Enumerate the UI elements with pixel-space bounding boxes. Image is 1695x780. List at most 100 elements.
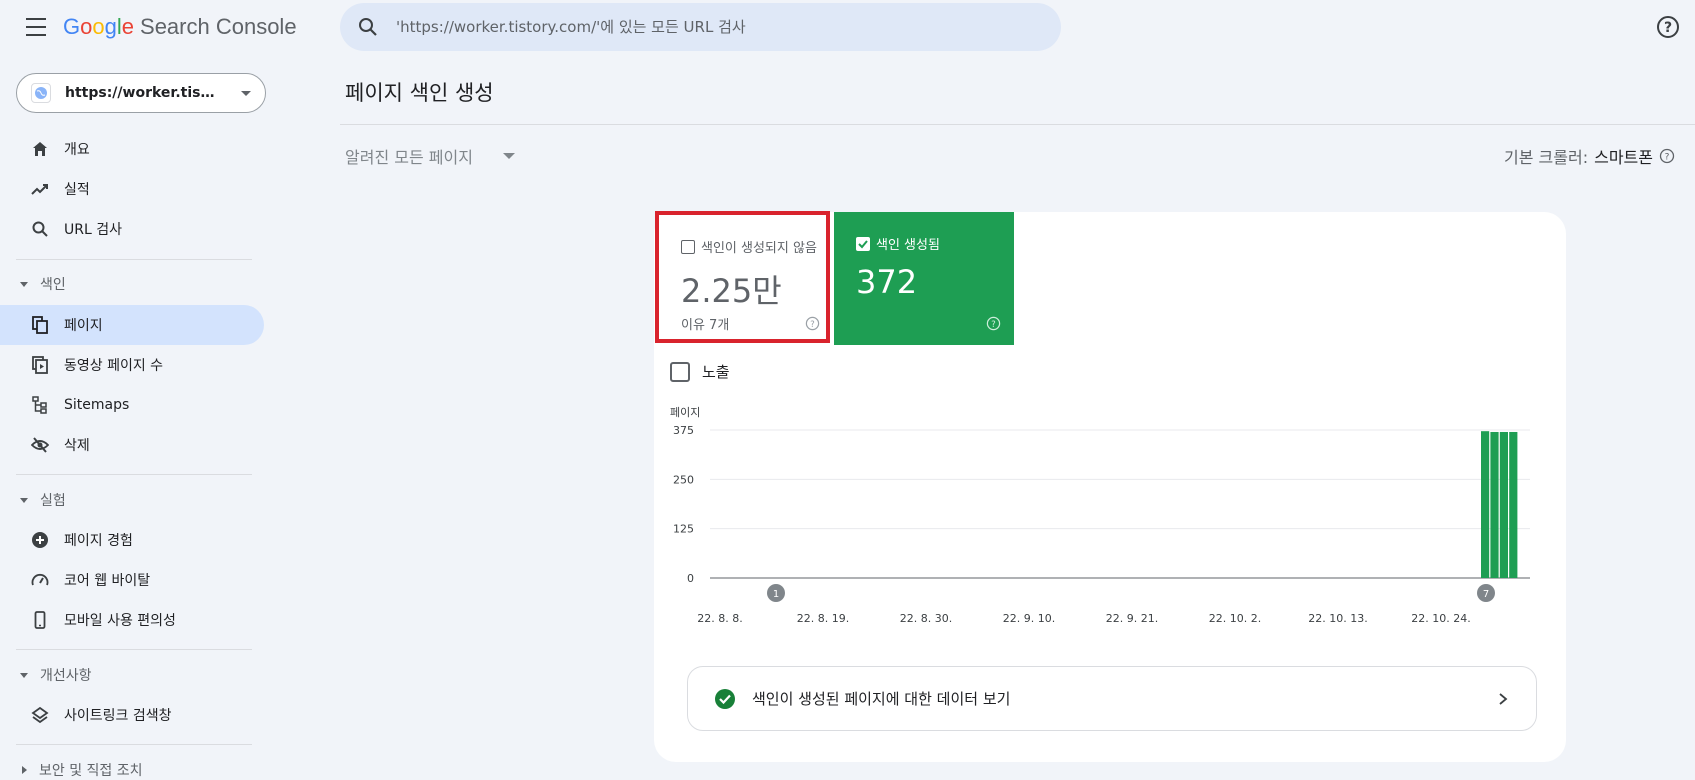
sidebar-item-label: 동영상 페이지 수 [64,358,164,374]
plus-circle-icon [30,530,50,550]
help-icon[interactable]: ? [805,316,820,331]
sidebar-section-experience[interactable]: 실험 [20,488,66,512]
indexed-count: 372 [856,263,918,301]
chart-bar [1499,431,1508,578]
logo-product-name: Search Console [140,14,297,39]
check-circle-icon [715,688,735,709]
y-axis-label: 페이지 [670,406,700,419]
header-divider [340,124,1695,125]
x-tick-label: 22. 9. 10. [1003,612,1055,625]
chevron-right-icon [1499,692,1508,705]
page-filter-label: 알려진 모든 페이지 [345,148,473,167]
sidebar-section-enhancements[interactable]: 개선사항 [20,663,92,687]
video-pages-icon [30,355,50,375]
sidebar-item-page-experience[interactable]: 페이지 경험 [0,520,264,560]
not-indexed-tile[interactable]: 색인이 생성되지 않음 2.25만 이유 7개 [655,211,830,343]
sidebar-item-pages[interactable]: 페이지 [0,305,264,345]
help-icon[interactable]: ? [1656,15,1680,39]
sidebar-section-security[interactable]: 보안 및 직접 조치 [20,758,143,780]
trending-icon [30,179,50,199]
svg-text:?: ? [991,319,995,329]
sidebar-item-label: URL 검사 [64,222,122,238]
x-tick-label: 22. 10. 24. [1411,612,1470,625]
sidebar-section-index[interactable]: 색인 [20,272,66,296]
chevron-down-icon [502,153,515,159]
chart-bar [1481,431,1490,578]
sidebar-item-label: 코어 웹 바이탈 [64,573,151,589]
sidebar-section-label: 보안 및 직접 조치 [39,763,143,779]
sidebar-item-label: 페이지 [64,318,103,334]
sidebar-item-sitemaps[interactable]: Sitemaps [0,385,264,425]
sidebar-item-label: 모바일 사용 편의성 [64,613,176,629]
not-indexed-count: 2.25만 [681,272,782,310]
caret-down-icon [20,281,28,287]
page-filter-dropdown[interactable]: 알려진 모든 페이지 [345,144,515,168]
impressions-toggle[interactable]: 노출 [670,361,730,382]
logo-letter: o [80,14,93,39]
main-menu-button[interactable] [22,15,50,39]
help-icon[interactable]: ? [986,316,1001,331]
sidebar-item-url-inspection[interactable]: URL 검사 [0,209,264,249]
property-selector[interactable]: https://worker.tistory.com/ [16,73,266,113]
sidebar-divider [16,474,252,475]
sidebar-item-sitelinks-searchbox[interactable]: 사이트링크 검색창 [0,695,264,735]
sidebar-section-label: 실험 [40,493,66,509]
sidebar-item-overview[interactable]: 개요 [0,129,264,169]
x-tick-label: 22. 9. 21. [1106,612,1158,625]
url-inspection-search-bar[interactable] [340,3,1061,51]
x-tick-label: 22. 8. 19. [797,612,849,625]
sidebar-item-mobile-usability[interactable]: 모바일 사용 편의성 [0,600,264,640]
sidebar-item-core-web-vitals[interactable]: 코어 웹 바이탈 [0,560,264,600]
caret-down-icon [20,497,28,503]
svg-text:?: ? [1665,153,1670,163]
phone-icon [30,610,50,630]
view-indexed-pages-button[interactable]: 색인이 생성된 페이지에 대한 데이터 보기 [687,666,1537,731]
primary-crawler-info: 기본 크롤러: 스마트폰 ? [1504,144,1675,168]
impressions-label: 노출 [702,363,730,381]
impressions-checkbox[interactable] [670,361,690,382]
logo-letter: e [121,14,135,39]
logo-letter: g [104,14,117,39]
sitemap-icon [30,395,50,415]
sidebar-item-label: 개요 [64,142,90,158]
sidebar-item-label: 페이지 경험 [64,533,133,549]
annotation-label: 1 [773,589,779,600]
indexed-checkbox[interactable] [856,236,870,251]
search-icon [30,219,50,239]
crawler-value: 스마트폰 [1594,148,1653,167]
x-tick-label: 22. 8. 8. [697,612,742,625]
logo-letter: G [63,14,81,39]
chevron-down-icon [241,90,251,96]
svg-text:?: ? [1664,20,1672,36]
pages-icon [30,315,50,335]
sidebar-divider [16,744,252,745]
menu-bar [26,18,46,20]
indexed-label: 색인 생성됨 [876,238,940,253]
svg-text:?: ? [810,319,814,329]
crawler-label: 기본 크롤러: [1504,148,1589,167]
not-indexed-checkbox[interactable] [681,239,695,254]
not-indexed-label: 색인이 생성되지 않음 [701,241,817,256]
page-title: 페이지 색인 생성 [345,81,494,105]
y-tick-label: 250 [673,473,694,486]
url-inspection-input[interactable] [396,18,996,36]
caret-down-icon [20,672,28,678]
sidebar-divider [16,259,252,260]
view-indexed-pages-label: 색인이 생성된 페이지에 대한 데이터 보기 [752,690,1011,708]
sidebar-item-removals[interactable]: 삭제 [0,425,264,465]
y-tick-label: 375 [673,424,694,437]
caret-right-icon [22,766,27,774]
sidebar-item-performance[interactable]: 실적 [0,169,264,209]
menu-bar [26,26,46,28]
sidebar-item-label: Sitemaps [64,397,130,413]
x-tick-label: 22. 10. 13. [1308,612,1367,625]
help-icon[interactable]: ? [1659,148,1675,164]
sidebar-item-video-pages[interactable]: 동영상 페이지 수 [0,345,264,385]
sidebar-divider [16,649,252,650]
layers-icon [30,705,50,725]
sidebar-section-label: 개선사항 [40,668,92,684]
search-console-logo[interactable]: Google Search Console [63,14,297,40]
logo-letter: o [92,14,105,39]
chart-bar [1509,431,1518,578]
y-tick-label: 125 [673,523,694,536]
